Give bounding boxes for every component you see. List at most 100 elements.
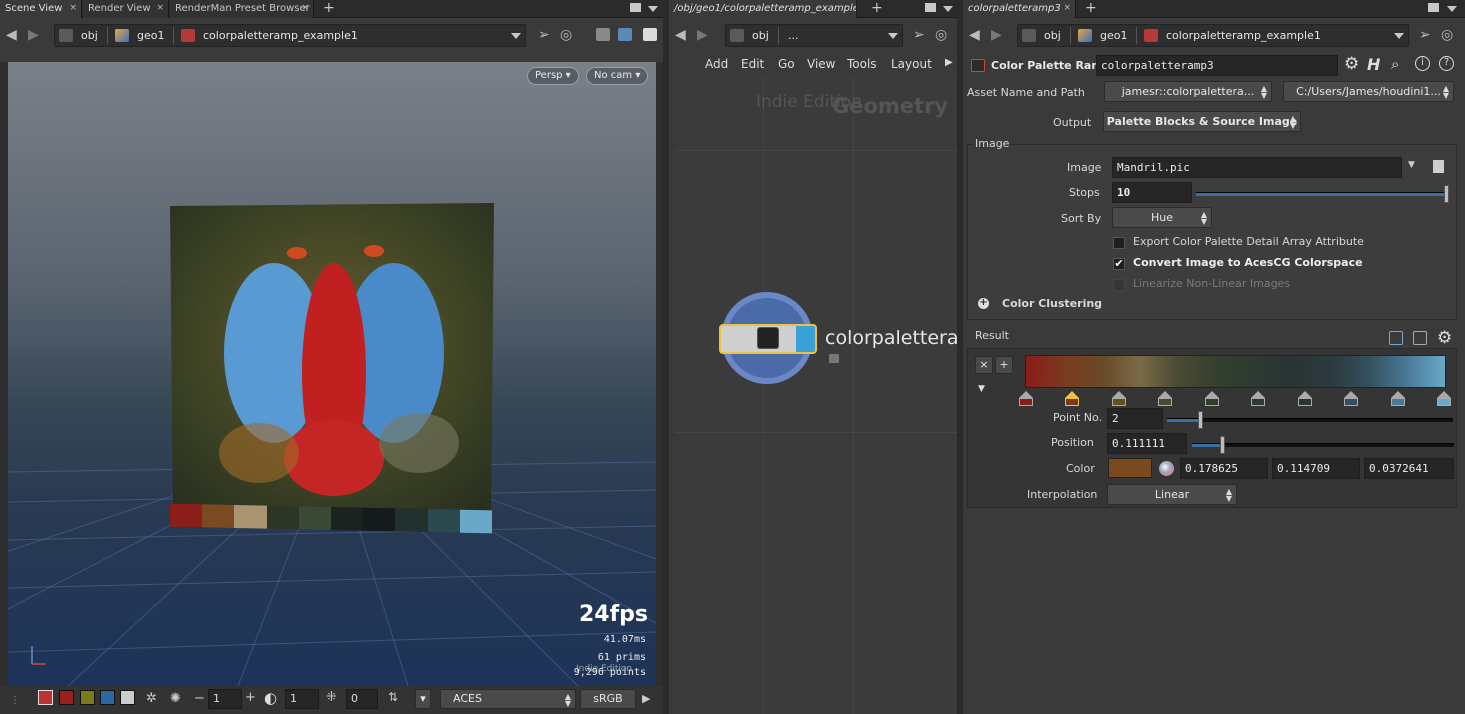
pane-menu-icon[interactable] bbox=[630, 3, 641, 12]
camera-menu-button[interactable]: No cam ▾ bbox=[586, 67, 649, 85]
green-channel-icon[interactable] bbox=[80, 690, 95, 705]
crumb-obj[interactable]: obj bbox=[1044, 25, 1061, 46]
ramp-marker-swatch[interactable] bbox=[1112, 398, 1126, 406]
crumb-geo1[interactable]: geo1 bbox=[1100, 25, 1127, 46]
frame-field-2[interactable]: 1 bbox=[285, 689, 319, 709]
ramp-marker-swatch[interactable] bbox=[1391, 398, 1405, 406]
ramp-marker[interactable] bbox=[1112, 391, 1126, 398]
node-name-field[interactable]: colorpaletteramp3 bbox=[1096, 55, 1338, 76]
ramp-marker[interactable] bbox=[1158, 391, 1172, 398]
color-g-field[interactable]: 0.114709 bbox=[1272, 458, 1360, 479]
ramp-marker[interactable] bbox=[1391, 391, 1405, 398]
link-icon[interactable]: ◎ bbox=[1441, 27, 1453, 43]
crumb-obj[interactable]: obj bbox=[81, 25, 98, 46]
remove-point-button[interactable]: × bbox=[975, 356, 993, 374]
snap-icon[interactable]: ⁜ bbox=[326, 690, 337, 705]
gamma-icon[interactable]: ✺ bbox=[170, 691, 181, 706]
chevron-down-icon[interactable]: ▼ bbox=[1408, 160, 1415, 170]
maximize-icon[interactable] bbox=[643, 28, 657, 41]
color-swatch-button[interactable] bbox=[1108, 458, 1152, 478]
camera-options-icon[interactable] bbox=[618, 28, 632, 41]
pin-icon[interactable]: ➢ bbox=[913, 27, 925, 43]
add-tab-icon[interactable]: + bbox=[871, 0, 883, 16]
slider-knob[interactable] bbox=[1220, 436, 1225, 454]
crumb-colorpaletteramp-example1[interactable]: colorpaletteramp_example1 bbox=[1166, 25, 1321, 46]
help-icon[interactable]: ? bbox=[1439, 56, 1454, 71]
path-breadcrumb[interactable]: obj ... bbox=[725, 24, 903, 47]
crumb-colorpaletteramp-example1[interactable]: colorpaletteramp_example1 bbox=[203, 25, 358, 46]
ramp-marker[interactable] bbox=[1019, 391, 1033, 398]
path-breadcrumb[interactable]: obj geo1 colorpaletteramp_example1 bbox=[1017, 24, 1409, 47]
position-field[interactable]: 0.111111 bbox=[1107, 433, 1187, 454]
display-options-icon[interactable] bbox=[596, 28, 610, 41]
tab-render-view[interactable]: Render View × bbox=[83, 0, 169, 18]
menu-go[interactable]: Go bbox=[778, 57, 795, 71]
pin-icon[interactable]: ➢ bbox=[1419, 27, 1431, 43]
ramp-marker[interactable] bbox=[1437, 391, 1451, 398]
menu-more-arrow-icon[interactable]: ▶ bbox=[945, 57, 953, 68]
gear-icon[interactable]: ⚙ bbox=[1344, 54, 1359, 74]
position-slider[interactable] bbox=[1192, 436, 1454, 454]
ramp-marker-swatch[interactable] bbox=[1344, 398, 1358, 406]
tab-colorpaletteramp3[interactable]: colorpaletteramp3 × bbox=[963, 0, 1076, 18]
slider-knob[interactable] bbox=[1198, 411, 1203, 429]
persp-menu-button[interactable]: Persp ▾ bbox=[527, 67, 579, 85]
file-browse-icon[interactable] bbox=[1433, 160, 1444, 173]
pane-menu-icon[interactable] bbox=[925, 3, 936, 12]
link-icon[interactable]: ◎ bbox=[935, 27, 947, 43]
back-arrow-icon[interactable]: ◀ bbox=[6, 27, 17, 43]
forward-arrow-icon[interactable]: ▶ bbox=[991, 27, 1002, 43]
ramp-marker-swatch[interactable] bbox=[1205, 398, 1219, 406]
forward-arrow-icon[interactable]: ▶ bbox=[697, 27, 708, 43]
point-no-field[interactable]: 2 bbox=[1107, 408, 1163, 429]
increment-button[interactable]: + bbox=[245, 690, 256, 705]
pane-dropdown-icon[interactable] bbox=[943, 6, 953, 12]
convert-acescg-checkbox[interactable]: ✔ bbox=[1113, 258, 1125, 270]
lut-icon[interactable]: ⇅ bbox=[388, 690, 398, 704]
back-arrow-icon[interactable]: ◀ bbox=[675, 27, 686, 43]
stops-slider[interactable] bbox=[1196, 185, 1449, 203]
asset-path-button[interactable]: C:/Users/James/houdini1... ▲ ▼ bbox=[1283, 81, 1454, 102]
color-ramp-bar[interactable] bbox=[1025, 355, 1446, 388]
stops-field[interactable]: 10 bbox=[1112, 182, 1192, 203]
blue-channel-icon[interactable] bbox=[100, 690, 115, 705]
ramp-marker-swatch[interactable] bbox=[1298, 398, 1312, 406]
ramp-marker-swatch[interactable] bbox=[1158, 398, 1172, 406]
ramp-collapse-arrow-icon[interactable]: ▼ bbox=[978, 384, 985, 394]
pane-dropdown-icon[interactable] bbox=[1447, 6, 1457, 12]
ramp-marker[interactable] bbox=[1065, 391, 1079, 398]
back-arrow-icon[interactable]: ◀ bbox=[969, 27, 980, 43]
display-select[interactable]: sRGB bbox=[580, 689, 636, 709]
tab-scene-view[interactable]: Scene View × bbox=[0, 0, 82, 18]
frame-field-1[interactable]: 1 bbox=[208, 689, 242, 709]
menu-add[interactable]: Add bbox=[705, 57, 728, 71]
output-select[interactable]: Palette Blocks & Source Image ▲ ▼ bbox=[1103, 111, 1301, 132]
alpha-channel-icon[interactable] bbox=[120, 690, 135, 705]
ramp-marker[interactable] bbox=[1298, 391, 1312, 398]
close-icon[interactable]: × bbox=[301, 0, 309, 17]
link-icon[interactable]: ◎ bbox=[560, 27, 572, 43]
ramp-random-icon[interactable] bbox=[1413, 331, 1427, 345]
color-wheel-icon[interactable] bbox=[1159, 461, 1174, 476]
add-point-button[interactable]: + bbox=[995, 356, 1013, 374]
image-path-field[interactable]: Mandril.pic bbox=[1112, 157, 1402, 178]
ramp-marker-swatch[interactable] bbox=[1251, 398, 1265, 406]
tab-network-path[interactable]: /obj/geo1/colorpaletteramp_example1 bbox=[669, 0, 857, 18]
chevron-down-icon[interactable] bbox=[888, 33, 898, 39]
color-b-field[interactable]: 0.0372641 bbox=[1364, 458, 1454, 479]
pin-icon[interactable]: ➢ bbox=[538, 27, 550, 43]
menu-tools[interactable]: Tools bbox=[847, 57, 877, 71]
close-icon[interactable]: × bbox=[1063, 0, 1071, 17]
add-tab-icon[interactable]: + bbox=[323, 0, 335, 16]
network-canvas[interactable]: Indie Edition Geometry colorpaletteramp bbox=[675, 78, 957, 714]
play-arrow-icon[interactable]: ▶ bbox=[642, 692, 650, 705]
ramp-marker[interactable] bbox=[1205, 391, 1219, 398]
viewport[interactable]: Persp ▾ No cam ▾ Indie Edition 24fps 41.… bbox=[8, 62, 656, 686]
color-clustering-folder[interactable]: Color Clustering bbox=[1002, 297, 1102, 310]
exposure-icon[interactable]: ✲ bbox=[146, 691, 157, 706]
expand-plus-icon[interactable]: + bbox=[978, 298, 989, 309]
red-channel-icon[interactable] bbox=[59, 690, 74, 705]
help-h-icon[interactable]: H bbox=[1367, 55, 1380, 74]
slider-knob[interactable] bbox=[1444, 185, 1449, 203]
chevron-down-icon[interactable] bbox=[1394, 33, 1404, 39]
